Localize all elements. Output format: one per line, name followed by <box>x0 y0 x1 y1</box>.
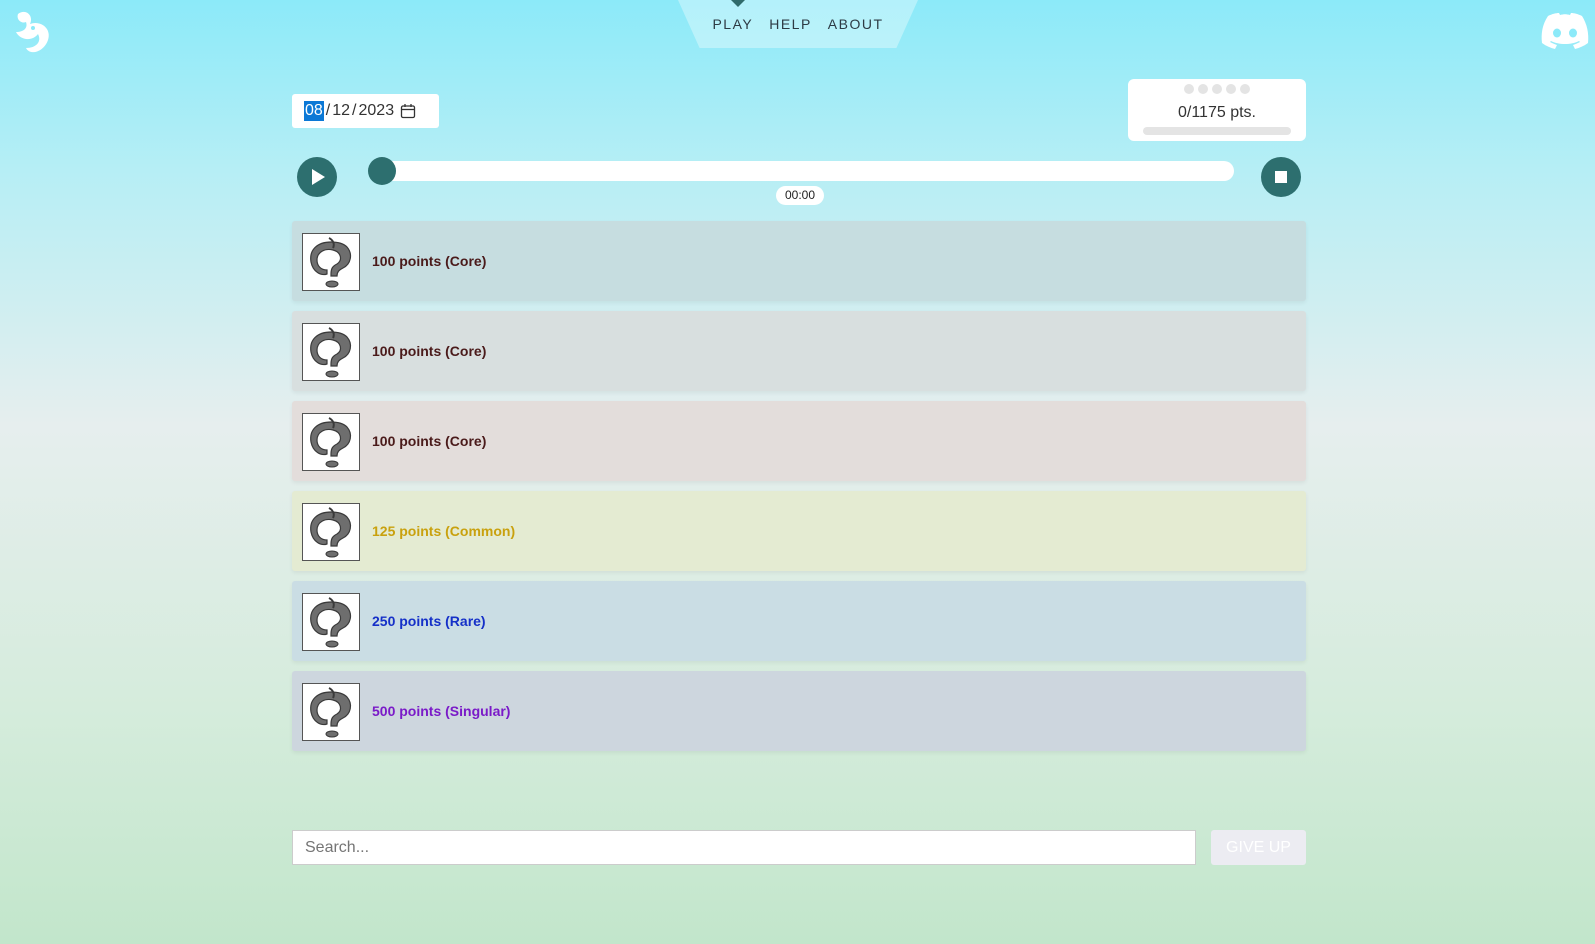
track-row: 100 points (Core) <box>292 311 1306 391</box>
track-thumbnail <box>302 503 360 561</box>
progress-knob[interactable] <box>368 157 396 185</box>
active-caret-icon <box>731 0 745 7</box>
track-thumbnail <box>302 233 360 291</box>
score-card: 0/1175 pts. <box>1128 79 1306 141</box>
unknown-pokemon-icon <box>310 237 352 288</box>
attempt-dot <box>1226 84 1236 94</box>
unknown-pokemon-icon <box>310 687 352 738</box>
score-text: 0/1175 pts. <box>1178 104 1256 121</box>
time-display: 00:00 <box>776 186 824 205</box>
date-month[interactable]: 08 <box>304 101 324 121</box>
date-separator: / <box>352 102 357 119</box>
track-row: 100 points (Core) <box>292 401 1306 481</box>
unknown-pokemon-icon <box>310 507 352 558</box>
track-row: 250 points (Rare) <box>292 581 1306 661</box>
date-year[interactable]: 2023 <box>359 102 395 120</box>
unknown-pokemon-icon <box>310 327 352 378</box>
nav-about[interactable]: ABOUT <box>828 16 884 32</box>
track-thumbnail <box>302 323 360 381</box>
discord-icon[interactable] <box>1540 12 1590 50</box>
nav-help[interactable]: HELP <box>769 16 812 32</box>
calendar-icon[interactable] <box>400 103 416 119</box>
track-points-label: 250 points (Rare) <box>372 613 486 629</box>
attempt-dots <box>1128 84 1306 94</box>
progress-track[interactable] <box>370 161 1234 181</box>
attempt-dot <box>1184 84 1194 94</box>
play-button[interactable] <box>297 157 337 197</box>
track-row: 100 points (Core) <box>292 221 1306 301</box>
give-up-button[interactable]: GIVE UP <box>1211 830 1306 865</box>
play-icon <box>312 169 325 185</box>
track-thumbnail <box>302 413 360 471</box>
date-separator: / <box>325 102 331 119</box>
track-list: 100 points (Core) 100 points (Core) 100 po… <box>292 221 1306 761</box>
nav-play[interactable]: PLAY <box>712 16 753 32</box>
unknown-pokemon-icon <box>310 597 352 648</box>
bird-logo-icon[interactable] <box>6 6 58 58</box>
track-row: 500 points (Singular) <box>292 671 1306 751</box>
unknown-pokemon-icon <box>310 417 352 468</box>
date-day[interactable]: 12 <box>332 102 350 120</box>
track-points-label: 100 points (Core) <box>372 433 487 449</box>
track-thumbnail <box>302 593 360 651</box>
attempt-dot <box>1240 84 1250 94</box>
track-points-label: 100 points (Core) <box>372 343 487 359</box>
track-points-label: 125 points (Common) <box>372 523 516 539</box>
attempt-dot <box>1198 84 1208 94</box>
track-points-label: 100 points (Core) <box>372 253 487 269</box>
attempt-dot <box>1212 84 1222 94</box>
date-picker[interactable]: 08 / 12 / 2023 <box>292 94 439 128</box>
track-thumbnail <box>302 683 360 741</box>
track-points-label: 500 points (Singular) <box>372 703 511 719</box>
nav-links: PLAY HELP ABOUT <box>678 16 918 32</box>
score-progress-bar <box>1143 127 1291 135</box>
track-row: 125 points (Common) <box>292 491 1306 571</box>
stop-icon <box>1275 171 1287 183</box>
stop-button[interactable] <box>1261 157 1301 197</box>
search-input[interactable] <box>292 830 1196 865</box>
